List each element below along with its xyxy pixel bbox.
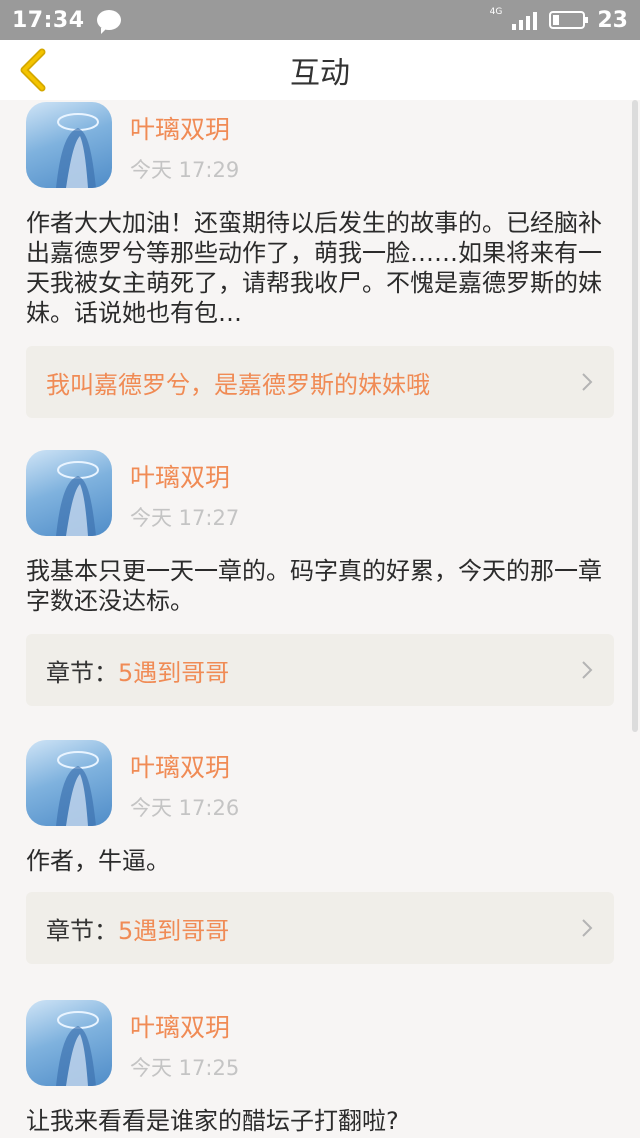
- scrollbar[interactable]: [632, 100, 638, 732]
- chevron-right-icon: [582, 919, 593, 937]
- chapter-title: 5遇到哥哥: [118, 658, 230, 687]
- avatar[interactable]: [26, 1000, 112, 1086]
- comment-list[interactable]: 叶璃双玥 今天 17:29 作者大大加油！还蛮期待以后发生的故事的。已经脑补出嘉…: [0, 100, 640, 1138]
- message-icon: [96, 10, 121, 34]
- signal-icon: [512, 10, 538, 30]
- user-name[interactable]: 叶璃双玥: [130, 458, 230, 494]
- avatar[interactable]: [26, 740, 112, 826]
- chevron-right-icon: [582, 661, 593, 679]
- comment-text: 我基本只更一天一章的。码字真的好累，今天的那一章字数还没达标。: [26, 557, 602, 615]
- chevron-right-icon: [582, 373, 593, 391]
- user-name[interactable]: 叶璃双玥: [130, 1008, 230, 1044]
- comment-text: 作者，牛逼。: [26, 847, 170, 875]
- status-time: 17:34: [12, 7, 85, 33]
- status-bar: 17:34 4G 23: [0, 0, 640, 40]
- chapter-prefix: 章节：: [46, 916, 118, 945]
- comment-time: 今天 17:25: [130, 1056, 240, 1080]
- reply-link[interactable]: 我叫嘉德罗兮，是嘉德罗斯的妹妹哦: [26, 346, 614, 418]
- comment-time: 今天 17:27: [130, 506, 240, 530]
- comment-text: 作者大大加油！还蛮期待以后发生的故事的。已经脑补出嘉德罗兮等那些动作了，萌我一脸…: [26, 209, 602, 327]
- comment-item: 叶璃双玥 今天 17:25 让我来看看是谁家的醋坛子打翻啦?: [26, 1000, 614, 1138]
- comment-text: 让我来看看是谁家的醋坛子打翻啦?: [26, 1107, 399, 1135]
- comment-time: 今天 17:26: [130, 796, 240, 820]
- user-name[interactable]: 叶璃双玥: [130, 110, 230, 146]
- chapter-title: 5遇到哥哥: [118, 916, 230, 945]
- comment-item: 叶璃双玥 今天 17:26 作者，牛逼。 章节： 5遇到哥哥: [26, 740, 614, 966]
- page-title: 互动: [290, 56, 350, 91]
- back-chevron-icon[interactable]: [14, 48, 54, 92]
- avatar[interactable]: [26, 450, 112, 536]
- avatar[interactable]: [26, 102, 112, 188]
- header: 互动: [0, 40, 640, 100]
- network-type: 4G: [489, 7, 503, 17]
- chapter-link[interactable]: 章节： 5遇到哥哥: [26, 634, 614, 706]
- chapter-prefix: 章节：: [46, 658, 118, 687]
- battery-level: 23: [597, 7, 628, 33]
- comment-item: 叶璃双玥 今天 17:27 我基本只更一天一章的。码字真的好累，今天的那一章字数…: [26, 450, 614, 706]
- battery-icon: [549, 11, 589, 29]
- comment-item: 叶璃双玥 今天 17:29 作者大大加油！还蛮期待以后发生的故事的。已经脑补出嘉…: [26, 102, 614, 418]
- user-name[interactable]: 叶璃双玥: [130, 748, 230, 784]
- reply-text: 我叫嘉德罗兮，是嘉德罗斯的妹妹哦: [46, 370, 430, 399]
- comment-time: 今天 17:29: [130, 158, 240, 182]
- chapter-link[interactable]: 章节： 5遇到哥哥: [26, 892, 614, 964]
